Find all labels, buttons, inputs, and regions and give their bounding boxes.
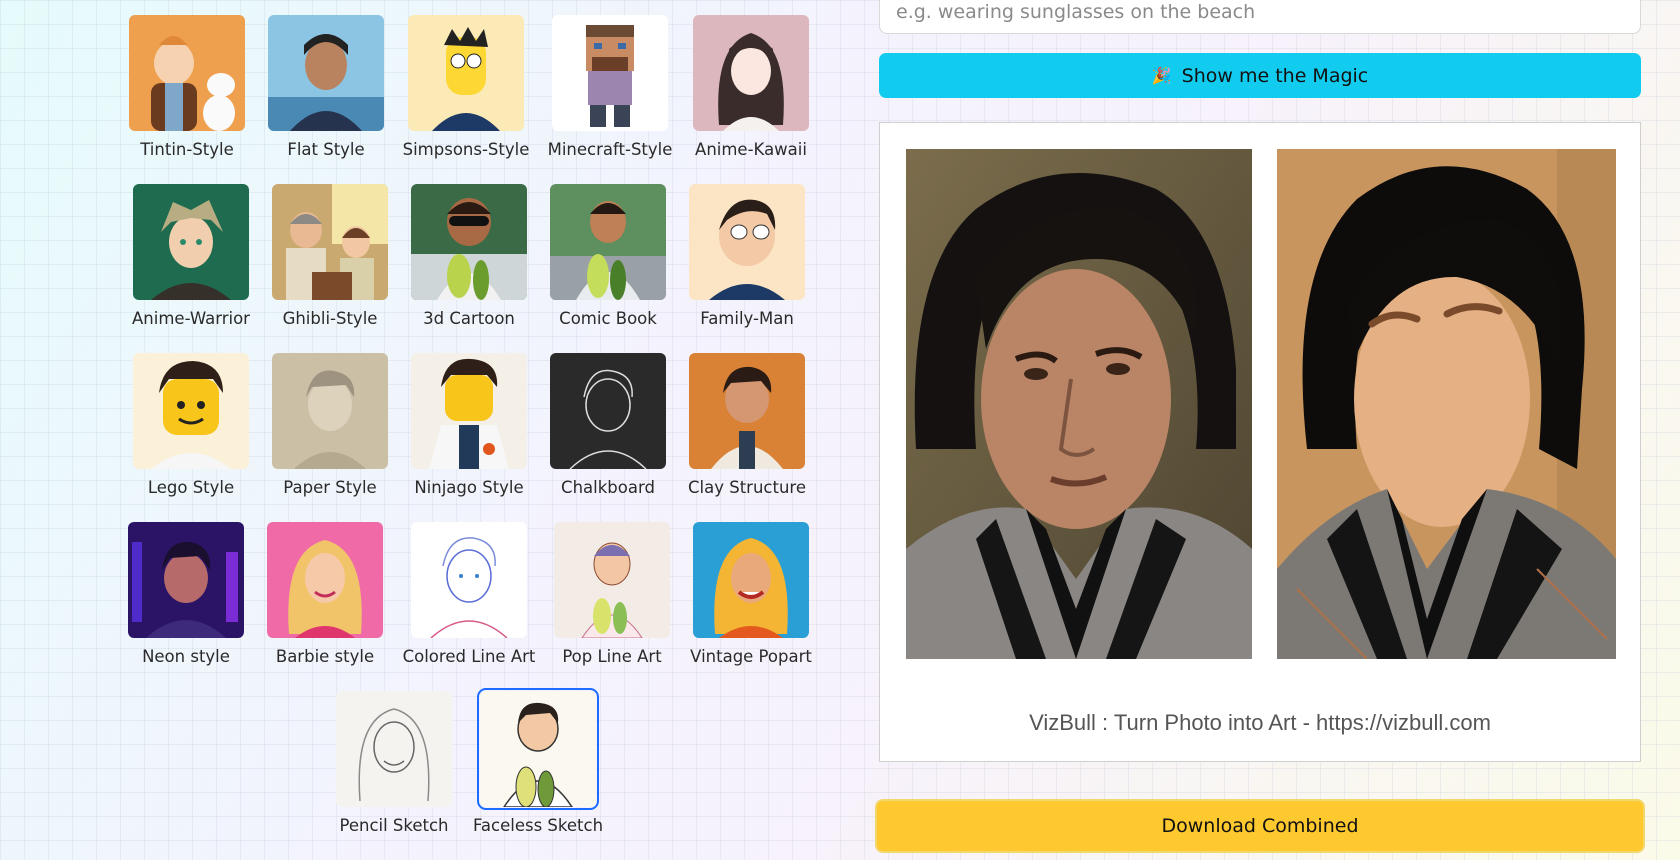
style-option-ghibli[interactable]: Ghibli-Style [270, 184, 390, 328]
style-label: Paper Style [283, 478, 377, 497]
style-option-paper[interactable]: Paper Style [270, 353, 390, 497]
style-label: Neon style [142, 647, 230, 666]
style-option-chalkboard[interactable]: Chalkboard [548, 353, 668, 497]
show-magic-label: Show me the Magic [1181, 64, 1369, 87]
colored-line-art-thumbnail [411, 522, 527, 638]
style-label: Clay Structure [688, 478, 806, 497]
style-label: Vintage Popart [690, 647, 812, 666]
original-photo [906, 149, 1252, 659]
style-option-simpsons[interactable]: Simpsons-Style [403, 15, 529, 159]
faceless-art-output [1277, 149, 1616, 659]
minecraft-style-thumbnail [552, 15, 668, 131]
anime-warrior-thumbnail [133, 184, 249, 300]
pop-line-art-thumbnail [554, 522, 670, 638]
style-option-vintage-popart[interactable]: Vintage Popart [690, 522, 812, 666]
style-option-3d-cartoon[interactable]: 3d Cartoon [409, 184, 529, 328]
clay-structure-thumbnail [689, 353, 805, 469]
pencil-sketch-thumbnail [336, 691, 452, 807]
style-label: Pop Line Art [562, 647, 662, 666]
show-magic-button[interactable]: 🎉 Show me the Magic [879, 53, 1641, 98]
style-label: Flat Style [287, 140, 365, 159]
style-label: Anime-Warrior [132, 309, 250, 328]
watermark-text: VizBull : Turn Photo into Art - https://… [1029, 710, 1491, 735]
style-label: Pencil Sketch [339, 816, 449, 835]
vintage-popart-thumbnail [693, 522, 809, 638]
style-option-ninjago[interactable]: Ninjago Style [409, 353, 529, 497]
style-option-pencil-sketch[interactable]: Pencil Sketch [334, 691, 454, 835]
style-option-neon[interactable]: Neon style [126, 522, 246, 666]
ghibli-style-thumbnail [272, 184, 388, 300]
faceless-sketch-thumbnail [477, 688, 599, 810]
style-label: Ghibli-Style [282, 309, 378, 328]
style-option-faceless-sketch[interactable]: Faceless Sketch [473, 688, 603, 835]
prompt-input[interactable] [879, 0, 1641, 34]
tintin-style-thumbnail [129, 15, 245, 131]
style-label: Ninjago Style [414, 478, 524, 497]
style-label: Chalkboard [561, 478, 655, 497]
style-option-family-man[interactable]: Family-Man [687, 184, 807, 328]
style-option-colored-line-art[interactable]: Colored Line Art [403, 522, 535, 666]
style-label: Lego Style [147, 478, 235, 497]
style-option-minecraft[interactable]: Minecraft-Style [548, 15, 672, 159]
result-panel: VizBull : Turn Photo into Art - https://… [879, 122, 1641, 762]
barbie-style-thumbnail [267, 522, 383, 638]
chalkboard-thumbnail [550, 353, 666, 469]
lego-style-thumbnail [133, 353, 249, 469]
style-option-lego[interactable]: Lego Style [131, 353, 251, 497]
style-label: Comic Book [559, 309, 657, 328]
comic-book-thumbnail [550, 184, 666, 300]
neon-style-thumbnail [128, 522, 244, 638]
party-popper-icon: 🎉 [1151, 65, 1172, 85]
family-man-thumbnail [689, 184, 805, 300]
style-option-clay[interactable]: Clay Structure [687, 353, 807, 497]
flat-style-thumbnail [268, 15, 384, 131]
style-label: Tintin-Style [140, 140, 234, 159]
3d-cartoon-thumbnail [411, 184, 527, 300]
style-label: Minecraft-Style [547, 140, 673, 159]
style-label: Faceless Sketch [472, 816, 604, 835]
style-label: Simpsons-Style [402, 140, 530, 159]
style-option-anime-kawaii[interactable]: Anime-Kawaii [691, 15, 811, 159]
style-label: Family-Man [700, 309, 794, 328]
style-label: Colored Line Art [402, 647, 536, 666]
style-option-comic-book[interactable]: Comic Book [548, 184, 668, 328]
style-option-anime-warrior[interactable]: Anime-Warrior [131, 184, 251, 328]
style-option-barbie[interactable]: Barbie style [265, 522, 385, 666]
style-option-flat[interactable]: Flat Style [266, 15, 386, 159]
style-label: Anime-Kawaii [695, 140, 807, 159]
simpsons-style-thumbnail [408, 15, 524, 131]
download-combined-button[interactable]: Download Combined [875, 799, 1645, 853]
paper-style-thumbnail [272, 353, 388, 469]
style-label: 3d Cartoon [423, 309, 515, 328]
style-label: Barbie style [275, 647, 375, 666]
ninjago-style-thumbnail [411, 353, 527, 469]
style-option-pop-line-art[interactable]: Pop Line Art [552, 522, 672, 666]
anime-kawaii-thumbnail [693, 15, 809, 131]
style-option-tintin[interactable]: Tintin-Style [127, 15, 247, 159]
